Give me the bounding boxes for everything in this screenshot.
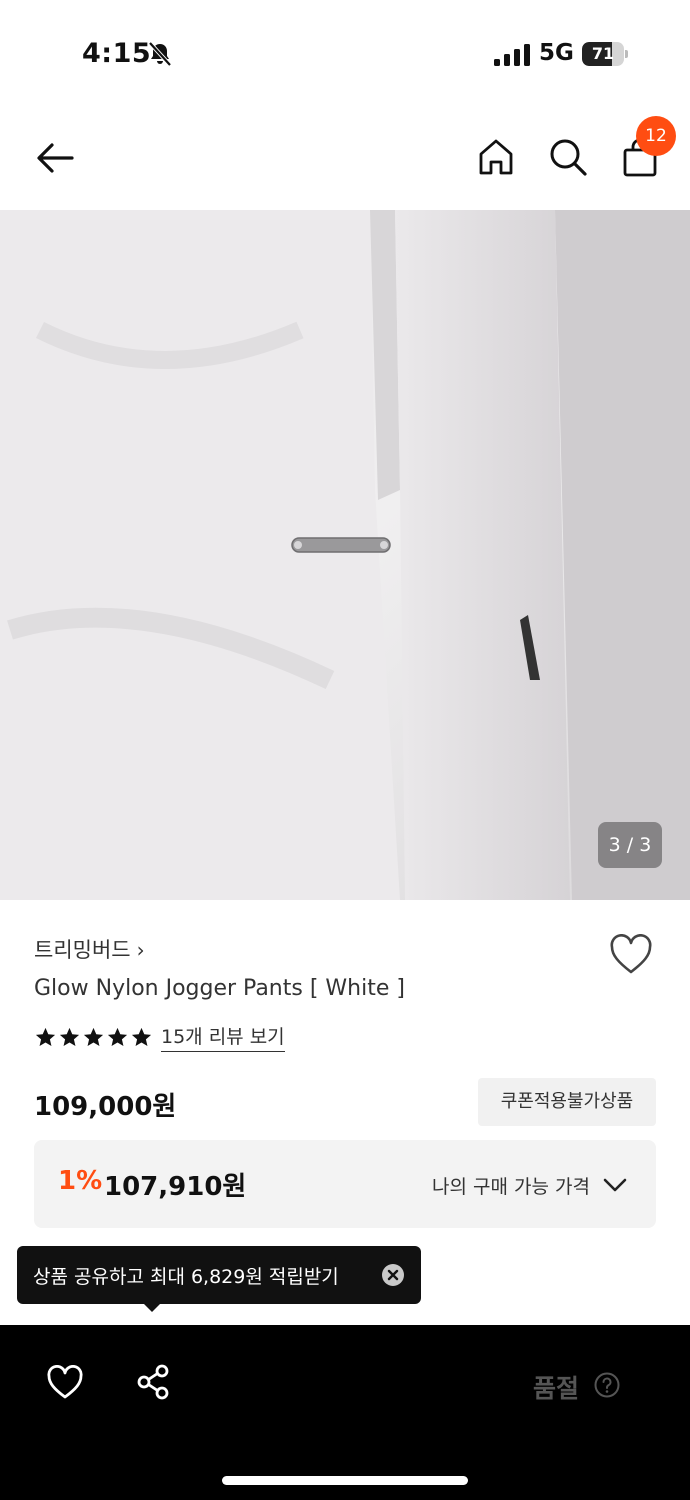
- top-navigation: [0, 105, 690, 210]
- rating-stars: [34, 1026, 153, 1049]
- share-icon[interactable]: [136, 1363, 172, 1401]
- home-indicator: [222, 1476, 468, 1485]
- toast-pointer: [142, 1302, 162, 1312]
- discount-rate: 1%: [58, 1166, 103, 1196]
- chevron-down-icon: [603, 1178, 627, 1192]
- image-counter: 3 / 3: [598, 822, 662, 868]
- star-icon: [35, 1027, 56, 1046]
- status-time: 4:15: [82, 38, 152, 69]
- heart-icon[interactable]: [608, 934, 654, 976]
- share-reward-toast[interactable]: 상품 공유하고 최대 6,829원 적립받기: [17, 1246, 421, 1304]
- star-icon: [131, 1027, 152, 1046]
- bottom-action-bar: 품절: [0, 1325, 690, 1500]
- signal-icon: [494, 44, 530, 66]
- star-icon: [59, 1027, 80, 1046]
- back-arrow-icon[interactable]: [32, 135, 78, 181]
- bell-off-icon: [148, 41, 172, 67]
- close-icon[interactable]: [381, 1263, 405, 1287]
- home-icon[interactable]: [474, 135, 518, 179]
- battery-icon: 71: [582, 42, 628, 66]
- product-image[interactable]: 3 / 3: [0, 210, 690, 900]
- brand-name: 트리밍버드: [34, 938, 131, 962]
- star-icon: [107, 1027, 128, 1046]
- original-price: 109,000원: [34, 1092, 177, 1122]
- wishlist-heart-icon[interactable]: [46, 1365, 84, 1401]
- coupon-badge: 쿠폰적용불가상품: [478, 1078, 656, 1126]
- battery-percent: 71: [591, 44, 615, 63]
- product-photo: [0, 210, 690, 900]
- star-icon: [83, 1027, 104, 1046]
- help-icon[interactable]: [594, 1372, 620, 1398]
- product-title: Glow Nylon Jogger Pants [ White ]: [34, 976, 405, 1001]
- search-icon[interactable]: [546, 135, 590, 179]
- status-bar: 4:15 5G 71: [0, 0, 690, 105]
- soldout-label: 품절: [533, 1374, 580, 1403]
- brand-link[interactable]: 트리밍버드 ›: [34, 934, 145, 964]
- network-label: 5G: [539, 40, 574, 66]
- my-price-dropdown[interactable]: 1% 107,910원 나의 구매 가능 가격: [34, 1140, 656, 1228]
- toast-text: 상품 공유하고 최대 6,829원 적립받기: [33, 1266, 339, 1288]
- review-link[interactable]: 15개 리뷰 보기: [161, 1022, 285, 1052]
- discount-price: 107,910원: [104, 1172, 247, 1202]
- chevron-right-icon: ›: [136, 938, 145, 962]
- cart-count-badge: 12: [636, 116, 676, 156]
- my-price-label: 나의 구매 가능 가격: [432, 1176, 590, 1198]
- rating-row: 15개 리뷰 보기: [34, 1022, 285, 1052]
